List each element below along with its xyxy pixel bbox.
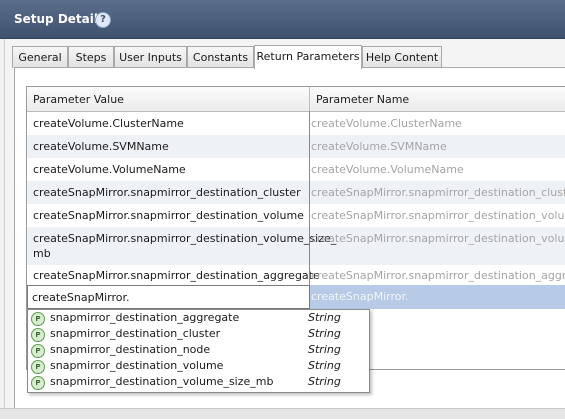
table-row[interactable]: createSnapMirror.snapmirror_destination_…: [27, 181, 565, 204]
tab-user-inputs[interactable]: User Inputs: [114, 46, 187, 68]
autocomplete-popup: P snapmirror_destination_aggregate Strin…: [27, 309, 370, 393]
autocomplete-item[interactable]: P snapmirror_destination_volume_size_mb …: [28, 374, 369, 390]
autocomplete-item-name[interactable]: snapmirror_destination_volume: [50, 359, 223, 372]
autocomplete-item-name[interactable]: snapmirror_destination_cluster: [50, 327, 220, 340]
parameter-icon: P: [31, 376, 45, 390]
autocomplete-item[interactable]: P snapmirror_destination_node String: [28, 342, 369, 358]
parameter-icon: P: [31, 344, 45, 358]
tab-help-content[interactable]: Help Content: [362, 46, 442, 68]
parameter-value-input[interactable]: createSnapMirror.: [27, 285, 310, 309]
tab-return-parameters[interactable]: Return Parameters: [254, 45, 362, 69]
parameter-value-cell[interactable]: createVolume.SVMName: [33, 140, 169, 153]
parameter-icon: P: [31, 360, 45, 374]
autocomplete-item[interactable]: P snapmirror_destination_volume String: [28, 358, 369, 374]
parameter-name-cell[interactable]: createVolume.VolumeName: [311, 163, 464, 176]
column-header-parameter-value[interactable]: Parameter Value: [33, 93, 124, 106]
table-row[interactable]: createSnapMirror.snapmirror_destination_…: [27, 265, 565, 287]
parameter-value-cell-line1[interactable]: createSnapMirror.snapmirror_destination_…: [33, 232, 336, 245]
help-icon[interactable]: ?: [95, 12, 111, 28]
autocomplete-item-type: String: [308, 359, 341, 372]
column-header-parameter-name[interactable]: Parameter Name: [316, 93, 409, 106]
parameter-icon: P: [31, 328, 45, 342]
autocomplete-item[interactable]: P snapmirror_destination_aggregate Strin…: [28, 310, 369, 326]
table-row-editing[interactable]: createSnapMirror. createSnapMirror.: [27, 285, 565, 309]
parameter-name-cell[interactable]: createSnapMirror.snapmirror_destination_…: [311, 186, 565, 199]
dialog-title: Setup Details: [14, 12, 106, 26]
autocomplete-item-name[interactable]: snapmirror_destination_node: [50, 343, 210, 356]
table-row[interactable]: createVolume.VolumeName createVolume.Vol…: [27, 158, 565, 181]
parameter-value-cell[interactable]: createSnapMirror.snapmirror_destination_…: [33, 209, 304, 222]
parameter-value-cell[interactable]: createSnapMirror.snapmirror_destination_…: [33, 186, 301, 199]
parameter-value-cell-line2[interactable]: mb: [33, 247, 51, 260]
autocomplete-item-type: String: [308, 343, 341, 356]
parameter-name-cell[interactable]: createSnapMirror.snapmirror_destination_…: [311, 232, 565, 245]
tab-general[interactable]: General: [12, 46, 68, 68]
table-row[interactable]: createVolume.SVMName createVolume.SVMNam…: [27, 135, 565, 158]
table-header: Parameter Value Parameter Name: [27, 87, 565, 112]
table-row[interactable]: createSnapMirror.snapmirror_destination_…: [27, 227, 565, 265]
parameter-value-cell[interactable]: createSnapMirror.snapmirror_destination_…: [33, 269, 320, 282]
dialog-footer: [0, 408, 565, 419]
parameter-value-cell[interactable]: createVolume.ClusterName: [33, 117, 184, 130]
parameter-value-cell[interactable]: createVolume.VolumeName: [33, 163, 186, 176]
parameter-name-cell[interactable]: createSnapMirror.snapmirror_destination_…: [311, 269, 565, 282]
parameter-value-input-text[interactable]: createSnapMirror.: [32, 291, 130, 304]
parameter-name-cell[interactable]: createSnapMirror.: [311, 290, 409, 303]
parameter-name-cell[interactable]: createVolume.SVMName: [311, 140, 447, 153]
autocomplete-item-type: String: [308, 327, 341, 340]
tab-constants[interactable]: Constants: [187, 46, 254, 68]
parameter-name-cell[interactable]: createVolume.ClusterName: [311, 117, 462, 130]
column-divider: [309, 111, 310, 289]
parameter-name-cell[interactable]: createSnapMirror.snapmirror_destination_…: [311, 209, 565, 222]
title-bar: Setup Details ?: [0, 0, 565, 39]
autocomplete-item-name[interactable]: snapmirror_destination_aggregate: [50, 311, 239, 324]
table-row[interactable]: createSnapMirror.snapmirror_destination_…: [27, 204, 565, 227]
autocomplete-item-type: String: [308, 311, 341, 324]
autocomplete-item-type: String: [308, 375, 341, 388]
autocomplete-item[interactable]: P snapmirror_destination_cluster String: [28, 326, 369, 342]
table-row[interactable]: createVolume.ClusterName createVolume.Cl…: [27, 112, 565, 135]
parameter-icon: P: [31, 312, 45, 326]
tab-steps[interactable]: Steps: [68, 46, 114, 68]
column-separator[interactable]: [309, 87, 310, 111]
autocomplete-item-name[interactable]: snapmirror_destination_volume_size_mb: [50, 375, 273, 388]
